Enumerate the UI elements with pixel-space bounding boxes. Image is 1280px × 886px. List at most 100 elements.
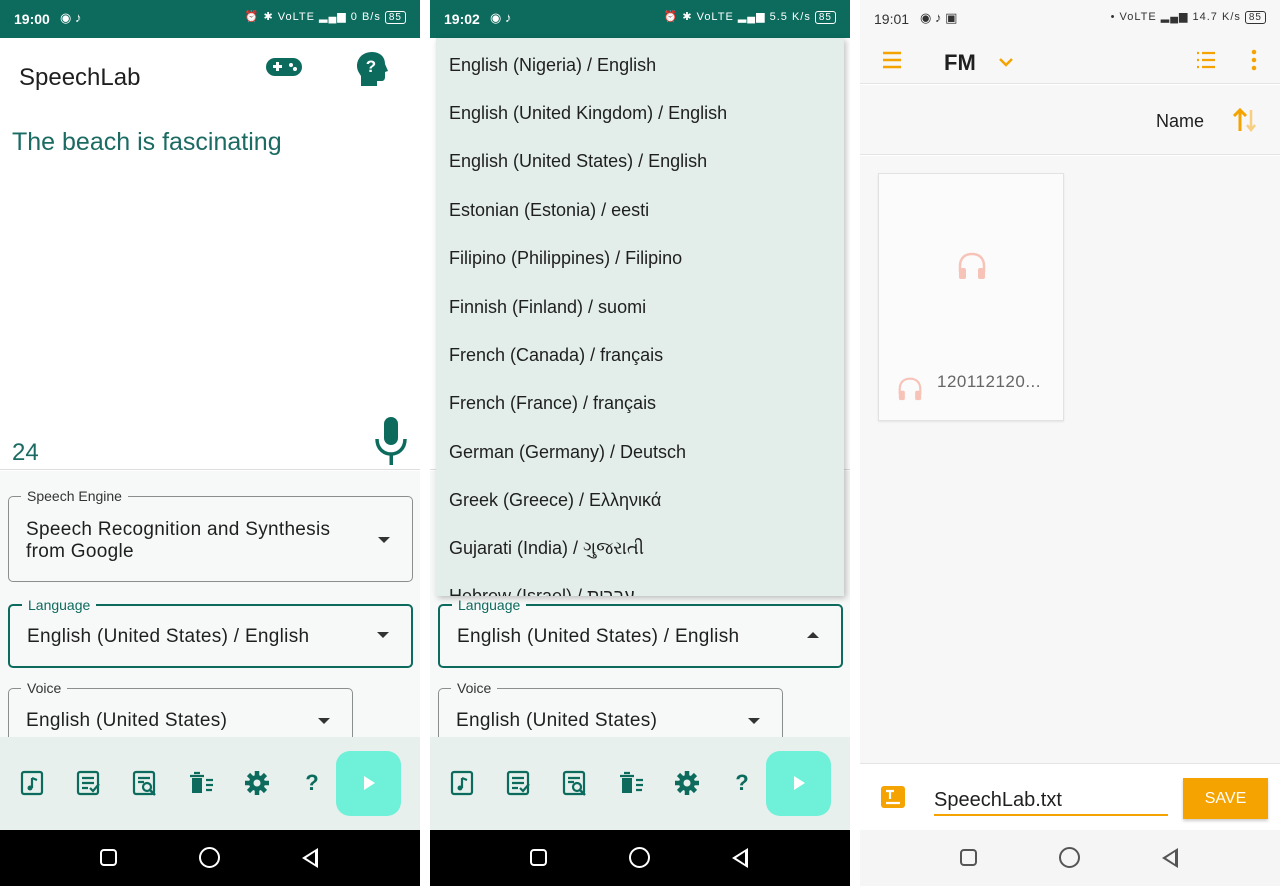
recognized-text-area[interactable]: The beach is fascinating 24 bbox=[0, 112, 420, 470]
svg-text:?: ? bbox=[366, 57, 376, 76]
chevron-down-icon bbox=[748, 718, 760, 724]
sort-label[interactable]: Name bbox=[1156, 111, 1204, 132]
chevron-down-icon[interactable] bbox=[998, 57, 1014, 67]
recognized-text: The beach is fascinating bbox=[12, 128, 282, 156]
speech-engine-select[interactable]: Speech Engine Speech Recognition and Syn… bbox=[8, 488, 413, 582]
notification-icons: ◉ ♪ ▣ bbox=[920, 10, 958, 25]
dropdown-item[interactable]: English (United Kingdom) / English bbox=[449, 103, 727, 124]
gamepad-icon[interactable] bbox=[264, 48, 304, 88]
language-value: English (United States) / English bbox=[457, 626, 740, 647]
status-time: 19:01 bbox=[874, 11, 910, 27]
search-doc-icon[interactable] bbox=[562, 770, 588, 796]
gear-icon[interactable] bbox=[674, 770, 700, 796]
play-button[interactable] bbox=[336, 751, 401, 816]
recents-button[interactable] bbox=[530, 849, 547, 866]
dropdown-item[interactable]: English (Nigeria) / English bbox=[449, 55, 656, 76]
language-dropdown-screen: 19:02 ◉ ♪ ⏰ ✱ VoLTE ▂▄▆ 5.5 K/s 85 Langua… bbox=[430, 0, 850, 886]
search-doc-icon[interactable] bbox=[132, 770, 158, 796]
net-speed: 0 B/s bbox=[350, 11, 381, 23]
headphones-icon bbox=[958, 252, 986, 279]
play-button[interactable] bbox=[766, 751, 831, 816]
language-dropdown-list[interactable]: English (Nigeria) / English English (Uni… bbox=[436, 38, 844, 596]
voice-value: English (United States) bbox=[26, 710, 228, 731]
dropdown-item[interactable]: Hebrew (Israel) / עברית bbox=[449, 586, 635, 596]
system-nav-bar bbox=[0, 830, 420, 886]
dropdown-item[interactable]: French (Canada) / français bbox=[449, 345, 663, 366]
language-select[interactable]: Language English (United States) / Engli… bbox=[438, 597, 843, 668]
edit-list-icon[interactable] bbox=[76, 770, 102, 796]
bottom-toolbar: ? bbox=[0, 737, 420, 830]
chevron-down-icon bbox=[318, 718, 330, 724]
language-label: Language bbox=[452, 597, 527, 613]
back-button[interactable] bbox=[302, 848, 318, 868]
language-label: Language bbox=[22, 597, 97, 613]
voice-value: English (United States) bbox=[456, 710, 658, 731]
help-head-icon[interactable]: ? bbox=[352, 48, 392, 88]
back-button[interactable] bbox=[732, 848, 748, 868]
dropdown-item[interactable]: French (France) / français bbox=[449, 393, 656, 414]
gear-icon[interactable] bbox=[244, 770, 270, 796]
panel-divider bbox=[850, 0, 860, 886]
language-select[interactable]: Language English (United States) / Engli… bbox=[8, 597, 413, 668]
dropdown-item[interactable]: English (United States) / English bbox=[449, 151, 707, 172]
notification-icons: ◉ ♪ bbox=[490, 10, 512, 25]
recents-button[interactable] bbox=[100, 849, 117, 866]
speech-engine-value: Speech Recognition and Synthesis from Go… bbox=[26, 519, 331, 562]
delete-list-icon[interactable] bbox=[618, 770, 644, 796]
home-button[interactable] bbox=[629, 847, 650, 868]
list-view-icon[interactable] bbox=[1196, 51, 1216, 69]
delete-list-icon[interactable] bbox=[188, 770, 214, 796]
menu-icon[interactable] bbox=[882, 51, 902, 69]
status-bar: 19:00 ◉ ♪ ⏰ ✱ VoLTE ▂▄▆ 0 B/s 85 bbox=[0, 0, 420, 38]
status-indicators: ⏰ ✱ VoLTE ▂▄▆ 0 B/s 85 bbox=[245, 10, 406, 24]
fm-header: FM bbox=[860, 38, 1280, 84]
status-bar: 19:02 ◉ ♪ ⏰ ✱ VoLTE ▂▄▆ 5.5 K/s 85 bbox=[430, 0, 850, 38]
music-file-icon[interactable] bbox=[20, 770, 46, 796]
chevron-up-icon bbox=[807, 632, 819, 638]
status-bar: 19:01 ◉ ♪ ▣ • VoLTE ▂▄▆ 14.7 K/s 85 bbox=[860, 0, 1280, 38]
filename-input[interactable] bbox=[934, 786, 1168, 816]
dropdown-item[interactable]: Estonian (Estonia) / eesti bbox=[449, 200, 649, 221]
sort-order-icon[interactable] bbox=[1232, 107, 1258, 133]
voice-label: Voice bbox=[21, 680, 68, 696]
settings-area: Speech Engine Speech Recognition and Syn… bbox=[0, 471, 420, 748]
dropdown-item[interactable]: Filipino (Philippines) / Filipino bbox=[449, 248, 682, 269]
net-speed: 14.7 K/s bbox=[1192, 11, 1241, 23]
chevron-down-icon bbox=[378, 537, 390, 543]
language-value: English (United States) / English bbox=[27, 626, 310, 647]
status-time: 19:02 bbox=[444, 11, 480, 27]
battery-icon: 85 bbox=[1244, 11, 1266, 24]
help-icon[interactable]: ? bbox=[729, 770, 755, 796]
panel-divider bbox=[420, 0, 430, 886]
edit-list-icon[interactable] bbox=[506, 770, 532, 796]
net-speed: 5.5 K/s bbox=[769, 11, 811, 23]
file-card[interactable]: 120112120... bbox=[878, 173, 1064, 421]
dropdown-item[interactable]: Gujarati (India) / ગુજરાતી bbox=[449, 538, 644, 559]
music-file-icon[interactable] bbox=[450, 770, 476, 796]
dropdown-item[interactable]: German (Germany) / Deutsch bbox=[449, 442, 686, 463]
save-row: SAVE bbox=[860, 763, 1280, 830]
character-count: 24 bbox=[12, 439, 39, 466]
battery-icon: 85 bbox=[814, 11, 836, 24]
status-indicators: • VoLTE ▂▄▆ 14.7 K/s 85 bbox=[1111, 10, 1266, 24]
headphones-icon bbox=[898, 377, 922, 401]
speechlab-main-screen: 19:00 ◉ ♪ ⏰ ✱ VoLTE ▂▄▆ 0 B/s 85 SpeechLa… bbox=[0, 0, 420, 886]
sort-bar: Name bbox=[860, 85, 1280, 155]
save-button[interactable]: SAVE bbox=[1183, 778, 1268, 819]
home-button[interactable] bbox=[1059, 847, 1080, 868]
dropdown-item[interactable]: Finnish (Finland) / suomi bbox=[449, 297, 646, 318]
more-options-icon[interactable] bbox=[1250, 49, 1258, 71]
fm-title: FM bbox=[944, 50, 976, 75]
system-nav-bar bbox=[860, 830, 1280, 886]
help-icon[interactable]: ? bbox=[299, 770, 325, 796]
home-button[interactable] bbox=[199, 847, 220, 868]
back-button[interactable] bbox=[1162, 848, 1178, 868]
microphone-icon[interactable] bbox=[374, 417, 408, 465]
status-indicators: ⏰ ✱ VoLTE ▂▄▆ 5.5 K/s 85 bbox=[664, 10, 836, 24]
status-time: 19:00 bbox=[14, 11, 50, 27]
system-nav-bar bbox=[430, 830, 850, 886]
text-file-icon bbox=[881, 786, 905, 808]
dropdown-item[interactable]: Greek (Greece) / Ελληνικά bbox=[449, 490, 661, 511]
bottom-toolbar: ? bbox=[430, 737, 850, 830]
recents-button[interactable] bbox=[960, 849, 977, 866]
